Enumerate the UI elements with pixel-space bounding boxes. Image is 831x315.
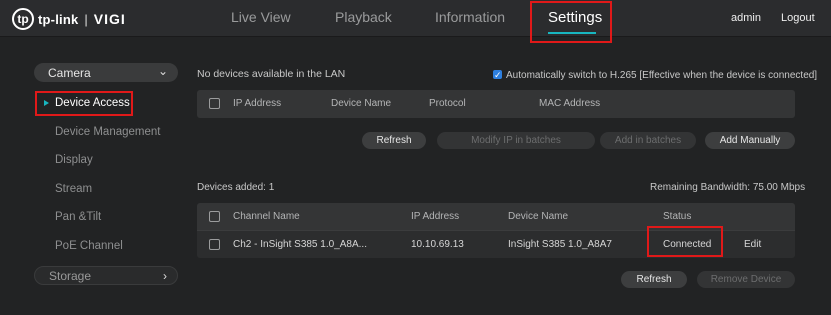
device-access-highlight-box: [35, 91, 133, 116]
remaining-bandwidth: Remaining Bandwidth: 75.00 Mbps: [650, 182, 806, 193]
added-col-device-name: Device Name: [508, 211, 569, 222]
added-select-all-checkbox[interactable]: [209, 211, 220, 222]
row-ip-address: 10.10.69.13: [411, 239, 464, 250]
edit-link[interactable]: Edit: [744, 239, 761, 250]
remove-device-button[interactable]: Remove Device: [697, 271, 795, 288]
modify-ip-batches-button[interactable]: Modify IP in batches: [437, 132, 595, 149]
connected-highlight-box: [647, 226, 723, 257]
storage-menu-toggle[interactable]: Storage ›: [34, 266, 178, 285]
lan-select-all-checkbox[interactable]: [209, 98, 220, 109]
h265-label: Automatically switch to H.265 [Effective…: [506, 70, 818, 81]
added-col-channel-name: Channel Name: [233, 211, 300, 222]
add-manually-button[interactable]: Add Manually: [705, 132, 795, 149]
logout-link[interactable]: Logout: [781, 12, 815, 24]
tp-link-vigi-logo: tp tp-link | VIGI: [12, 7, 126, 31]
sidebar-item-stream[interactable]: Stream: [55, 183, 92, 195]
h265-checkbox[interactable]: ✓: [493, 70, 502, 80]
vigi-settings-page: tp tp-link | VIGI Live View Playback Inf…: [0, 0, 831, 315]
tab-information[interactable]: Information: [435, 9, 505, 25]
sidebar-item-poe-channel[interactable]: PoE Channel: [55, 240, 123, 252]
no-devices-message: No devices available in the LAN: [197, 68, 346, 80]
lan-col-ip-address: IP Address: [233, 98, 282, 109]
lan-col-protocol: Protocol: [429, 98, 466, 109]
brand-name: tp-link: [38, 11, 79, 27]
sidebar-item-device-management[interactable]: Device Management: [55, 126, 160, 138]
sidebar-item-display[interactable]: Display: [55, 154, 93, 166]
brand-separator: |: [84, 11, 88, 27]
admin-user-link[interactable]: admin: [731, 12, 761, 24]
chevron-right-icon: ›: [163, 269, 167, 283]
product-name: VIGI: [93, 11, 126, 27]
added-col-status: Status: [663, 211, 692, 222]
tp-link-logo-icon: tp: [12, 8, 34, 30]
lan-col-mac-address: MAC Address: [539, 98, 601, 109]
devices-added-count: Devices added: 1: [197, 182, 275, 193]
row-channel-name: Ch2 - InSight S385 1.0_A8A...: [233, 239, 367, 250]
sidebar-item-pan-tilt[interactable]: Pan &Tilt: [55, 211, 101, 223]
lan-table-header: IP Address Device Name Protocol MAC Addr…: [197, 90, 795, 118]
added-refresh-button[interactable]: Refresh: [621, 271, 687, 288]
add-in-batches-button[interactable]: Add in batches: [600, 132, 696, 149]
camera-menu-toggle[interactable]: Camera ⌄: [34, 63, 178, 82]
lan-col-device-name: Device Name: [331, 98, 392, 109]
camera-menu-label: Camera: [48, 65, 91, 80]
chevron-down-icon: ⌄: [157, 64, 168, 78]
lan-refresh-button[interactable]: Refresh: [362, 132, 426, 149]
tab-live-view[interactable]: Live View: [231, 9, 291, 25]
row-device-name: InSight S385 1.0_A8A7: [508, 239, 612, 250]
added-col-ip-address: IP Address: [411, 211, 460, 222]
tab-playback[interactable]: Playback: [335, 9, 392, 25]
storage-menu-label: Storage: [49, 268, 92, 283]
settings-highlight-box: [530, 1, 612, 43]
row-checkbox[interactable]: [209, 239, 220, 250]
top-nav-bar: tp tp-link | VIGI Live View Playback Inf…: [0, 0, 831, 37]
